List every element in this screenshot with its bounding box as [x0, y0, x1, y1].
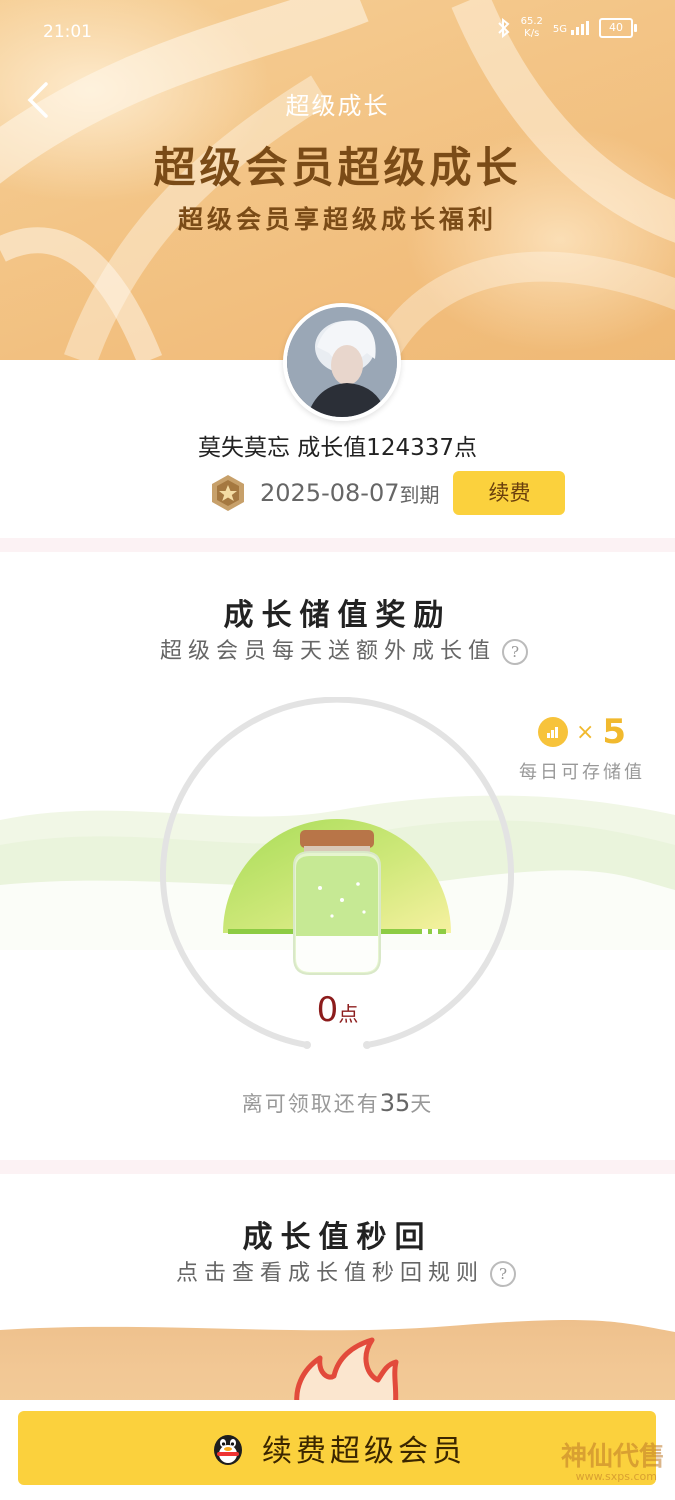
- expire-suffix: 到期: [399, 482, 440, 507]
- watermark-url: www.sxps.com: [575, 1470, 657, 1483]
- jar-icon[interactable]: [280, 828, 394, 978]
- bluetooth-icon: [497, 18, 510, 38]
- section-divider: [0, 1160, 675, 1174]
- help-icon[interactable]: ?: [490, 1261, 517, 1287]
- hero-subtitle: 超级会员享超级成长福利: [177, 205, 497, 234]
- help-icon[interactable]: ?: [502, 639, 529, 665]
- watermark: 神仙代售: [560, 1442, 665, 1472]
- section-divider: [0, 538, 675, 552]
- daily-label: 每日可存储值: [519, 762, 645, 783]
- daily-count: 5: [602, 712, 627, 752]
- qq-penguin-icon: [214, 1435, 242, 1465]
- renew-button[interactable]: 续费: [453, 471, 566, 515]
- coin-icon: [537, 717, 568, 747]
- claim-countdown: 离可领取还有35天: [241, 1089, 434, 1117]
- signal-icon: 5G: [553, 21, 589, 35]
- nav-title: 超级成长: [285, 92, 390, 120]
- storage-subtitle: 超级会员每天送额外成长值?: [160, 633, 529, 665]
- hero-title: 超级会员超级成长: [153, 143, 522, 192]
- net-speed: 65.2 K/s: [520, 16, 543, 39]
- profile-growth-value: 莫失莫忘 成长值124337点: [197, 435, 478, 461]
- vip-badge-icon: [212, 475, 244, 511]
- battery-icon: 40: [599, 18, 637, 38]
- stored-points: 0点: [316, 990, 359, 1030]
- avatar-image: [287, 307, 397, 417]
- status-time: 21:01: [43, 22, 92, 42]
- daily-storage-info: × 5 每日可存储值: [512, 712, 652, 784]
- expire-date: 2025-08-07: [260, 479, 400, 507]
- instant-subtitle[interactable]: 点击查看成长值秒回规则?: [176, 1255, 517, 1287]
- storage-title: 成长储值奖励: [223, 598, 452, 633]
- avatar[interactable]: [283, 303, 401, 421]
- status-bar: 21:01 65.2 K/s 5G 40: [0, 0, 675, 60]
- expire-row: 2025-08-07 到期 续费: [208, 470, 566, 516]
- instant-title: 成长值秒回: [242, 1220, 433, 1255]
- renew-super-vip-label: 续费超级会员: [262, 1434, 466, 1469]
